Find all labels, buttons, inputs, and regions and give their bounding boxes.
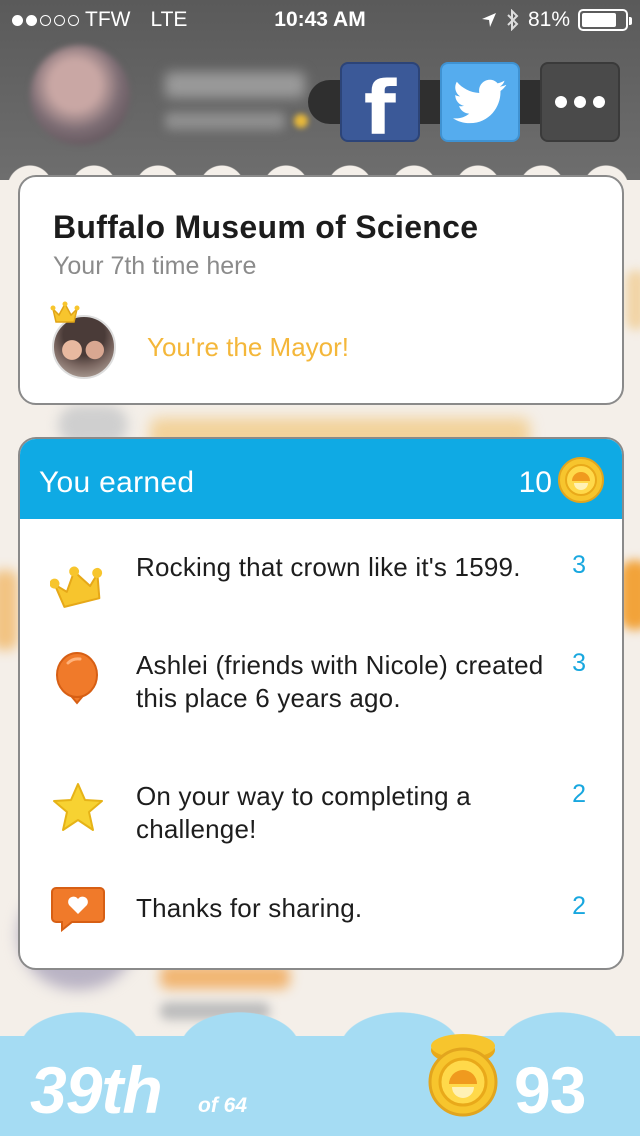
reward-points: 3 <box>572 551 586 579</box>
bg-user-avatar <box>30 45 130 145</box>
mayor-status: You're the Mayor! <box>147 332 350 362</box>
bg-user-name <box>165 72 305 98</box>
bg-user-subtitle <box>165 112 285 130</box>
reward-text: Rocking that crown like it's 1599. <box>136 552 521 582</box>
earned-header: You earned 10 <box>20 439 622 519</box>
earned-title: You earned <box>39 466 195 499</box>
coin-icon <box>558 457 604 503</box>
visit-count: Your 7th time here <box>53 252 257 280</box>
leaderboard-total: of 64 <box>198 1094 248 1117</box>
reward-points: 2 <box>572 780 586 808</box>
status-bar: TFW LTE 10:43 AM 81% <box>0 0 640 40</box>
reward-text: Thanks for sharing. <box>136 893 363 923</box>
reward-points: 3 <box>572 649 586 677</box>
mayor-crown-icon <box>50 301 80 323</box>
earned-total: 10 <box>518 466 552 499</box>
location-arrow-icon <box>481 13 496 27</box>
heart-speech-icon <box>51 887 105 932</box>
status-right: 81% <box>480 8 632 32</box>
bg-decor <box>626 270 640 330</box>
leaderboard-footer[interactable]: 39th of 64 93 <box>0 1000 640 1136</box>
reward-points: 2 <box>572 892 586 920</box>
battery-icon <box>578 9 632 31</box>
battery-percent: 81% <box>527 8 570 31</box>
more-options-button[interactable] <box>540 62 620 142</box>
twitter-share-button[interactable] <box>440 62 520 142</box>
bg-decor <box>0 570 18 650</box>
crown-icon <box>50 566 103 608</box>
venue-name: Buffalo Museum of Science <box>53 209 479 245</box>
reward-text: On your way to completing a challenge! <box>136 781 471 844</box>
coin-stack-icon <box>428 1034 498 1117</box>
leaderboard-rank: 39th <box>30 1053 163 1127</box>
balloon-icon <box>56 652 98 705</box>
facebook-share-button[interactable]: f <box>340 62 420 146</box>
earned-card: You earned 10 Rocking that crown like it… <box>18 437 624 970</box>
bluetooth-icon <box>507 9 519 31</box>
star-icon <box>53 783 103 831</box>
battery-level <box>582 13 617 27</box>
bg-coin-dot <box>294 114 308 128</box>
more-icon <box>555 96 605 108</box>
facebook-icon: f <box>363 66 397 152</box>
venue-card: Buffalo Museum of Science Your 7th time … <box>18 175 624 405</box>
coin-score: 93 <box>514 1053 586 1127</box>
reward-text: Ashlei (friends with Nicole) created thi… <box>136 650 544 713</box>
twitter-icon <box>453 79 507 124</box>
